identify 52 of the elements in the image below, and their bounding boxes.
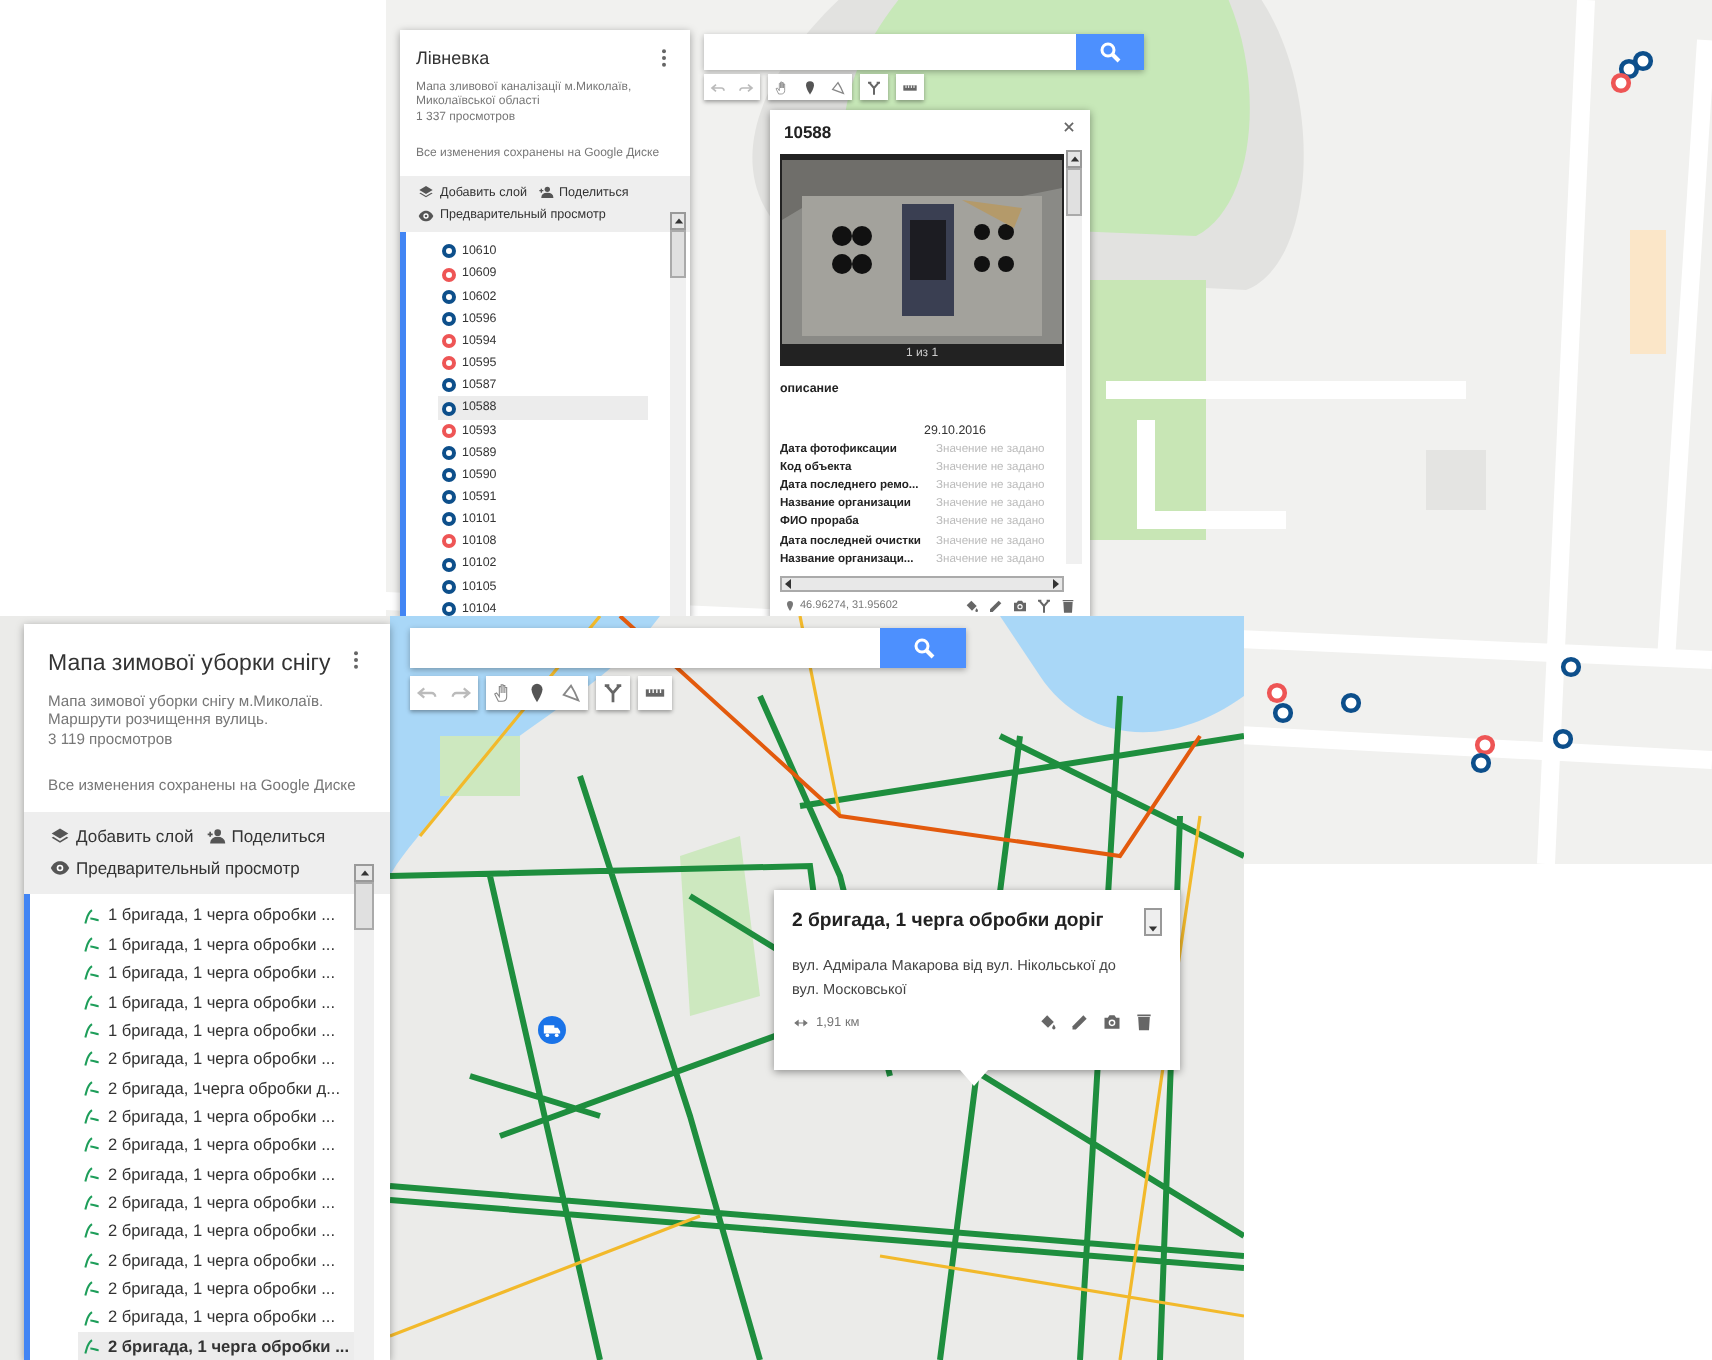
- person-add-icon: [205, 826, 226, 847]
- line-icon: [82, 1020, 102, 1041]
- popup-title: 2 бригада, 1 черга обробки доріг: [792, 908, 1104, 936]
- arrow-down-icon: [1148, 924, 1158, 934]
- line-icon: [82, 1335, 102, 1356]
- camera-icon[interactable]: [1102, 1012, 1122, 1033]
- layer-item[interactable]: 2 бригада, 1черга обробки д...: [78, 1073, 358, 1102]
- length-icon: [792, 1015, 810, 1030]
- layer-item[interactable]: 1 бригада, 1 черга обробки ...: [78, 929, 358, 959]
- line-icon: [82, 1249, 102, 1270]
- line-icon: [82, 1307, 102, 1328]
- line-icon: [82, 1077, 102, 1098]
- scrollbar-thumb[interactable]: [354, 882, 374, 930]
- layer-item[interactable]: 2 бригада, 1 черга обробки ...: [78, 1302, 358, 1332]
- layer-item[interactable]: 2 бригада, 1 черга обробки ...: [78, 1216, 358, 1246]
- layer-item[interactable]: 2 бригада, 1 черга обробки ...: [78, 1274, 358, 1303]
- layer-item[interactable]: 2 бригада, 1 черга обробки ...: [78, 1130, 358, 1160]
- line-icon: [82, 1278, 102, 1299]
- truck-icon[interactable]: [538, 1016, 566, 1044]
- pencil-icon[interactable]: [1070, 1012, 1090, 1033]
- paint-bucket-icon[interactable]: [1038, 1012, 1058, 1033]
- layer-item[interactable]: 1 бригада, 1 черга обробки ...: [78, 958, 358, 988]
- add-layer-button[interactable]: Добавить слой: [50, 824, 194, 850]
- line-icon: [82, 1106, 102, 1127]
- layer-item[interactable]: 2 бригада, 1 черга обробки ...: [78, 1159, 358, 1188]
- layer-item[interactable]: 1 бригада, 1 черга обробки ...: [78, 987, 358, 1016]
- eye-icon: [50, 858, 70, 879]
- scroll-control[interactable]: [1144, 908, 1162, 936]
- line-icon: [82, 1192, 102, 1213]
- line-icon: [82, 1134, 102, 1155]
- preview-button[interactable]: Предварительный просмотр: [50, 855, 300, 882]
- share-button[interactable]: Поделиться: [205, 824, 326, 850]
- scrollbar-track[interactable]: [354, 864, 374, 1360]
- layer-item[interactable]: 2 бригада, 1 черга обробки ...: [78, 1331, 358, 1360]
- layer-item[interactable]: 1 бригада, 1 черга обробки ...: [78, 1015, 358, 1045]
- trash-icon[interactable]: [1134, 1012, 1154, 1033]
- line-icon: [82, 905, 102, 926]
- line-icon: [82, 1220, 102, 1241]
- layer-item[interactable]: 2 бригада, 1 черга обробки ...: [78, 1044, 358, 1074]
- line-icon: [82, 1048, 102, 1069]
- line-icon: [82, 934, 102, 955]
- line-icon: [82, 991, 102, 1012]
- scroll-up-button[interactable]: [354, 864, 374, 882]
- layers-icon: [50, 826, 70, 847]
- layer-item[interactable]: 2 бригада, 1 черга обробки ...: [78, 1245, 358, 1274]
- layer-item[interactable]: 2 бригада, 1 черга обробки ...: [78, 1101, 358, 1131]
- layer-item[interactable]: 2 бригада, 1 черга обробки ...: [78, 1187, 358, 1217]
- arrow-up-icon: [359, 868, 369, 878]
- layer-item[interactable]: 1 бригада, 1 черга обробки ...: [78, 901, 358, 930]
- map-title: Мапа зимової уборки снігу: [48, 650, 331, 680]
- line-icon: [82, 1163, 102, 1184]
- line-icon: [82, 962, 102, 983]
